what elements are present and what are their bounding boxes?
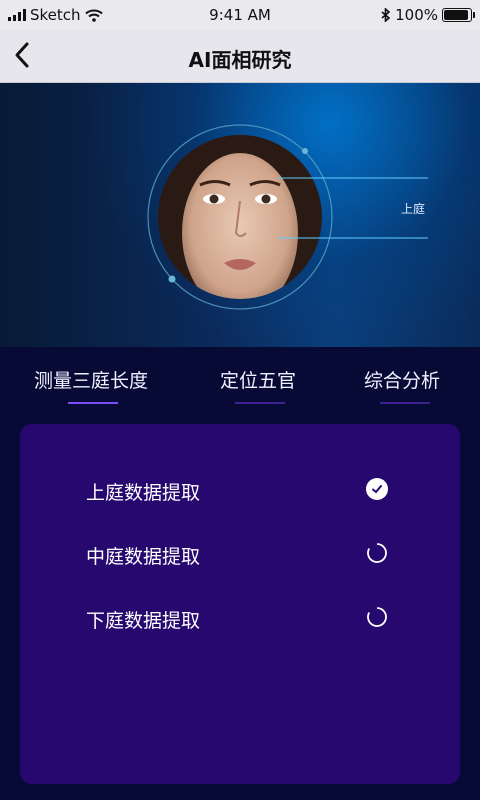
- zone-label: 上庭: [401, 202, 426, 216]
- status-right: 100%: [381, 6, 475, 24]
- task-label: 下庭数据提取: [86, 610, 201, 632]
- tab-bar: 测量三庭长度 定位五官 综合分析: [0, 347, 480, 415]
- nav-bar: AI面相研究: [0, 30, 480, 83]
- ring-node-top: [302, 148, 308, 154]
- task-label: 中庭数据提取: [86, 546, 201, 568]
- tab-indicator: [380, 402, 430, 404]
- task-row: 中庭数据提取: [86, 542, 406, 572]
- task-label: 上庭数据提取: [86, 482, 201, 504]
- tab-indicator-active: [68, 402, 118, 404]
- check-icon: [366, 478, 388, 500]
- task-row: 下庭数据提取: [86, 606, 406, 636]
- status-bar: Sketch 9:41 AM 100%: [0, 0, 480, 30]
- battery-fill: [444, 10, 468, 20]
- face-scan-hero: 上庭: [0, 83, 480, 347]
- battery-icon: [442, 8, 475, 22]
- battery-percent: 100%: [395, 6, 438, 24]
- task-row: 上庭数据提取: [86, 478, 406, 508]
- tab-analysis[interactable]: 综合分析: [364, 366, 440, 393]
- bluetooth-icon: [381, 8, 391, 22]
- tab-locate[interactable]: 定位五官: [220, 366, 296, 393]
- loading-icon: [366, 542, 388, 564]
- loading-icon: [366, 606, 388, 628]
- face-photo: [158, 135, 322, 299]
- tab-indicator: [235, 402, 285, 404]
- task-panel: 上庭数据提取 中庭数据提取 下庭数据提取: [20, 424, 460, 784]
- page-title: AI面相研究: [188, 48, 292, 72]
- ring-node-bottom: [168, 275, 176, 283]
- tab-measure[interactable]: 测量三庭长度: [34, 366, 148, 393]
